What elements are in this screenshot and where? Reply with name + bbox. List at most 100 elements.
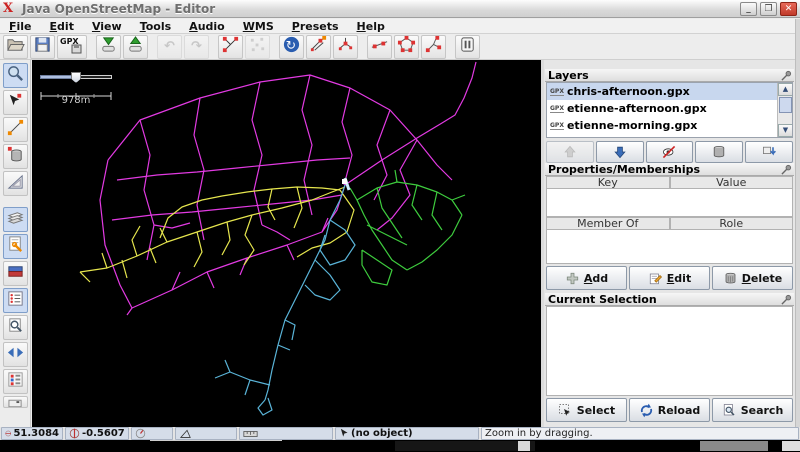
slider-thumb[interactable]: [71, 72, 81, 83]
zoom-tool-button[interactable]: [3, 63, 28, 88]
reload-button[interactable]: Reload: [629, 398, 710, 422]
pin-icon[interactable]: [781, 70, 792, 81]
merge-layer-down-button[interactable]: [745, 141, 793, 163]
move-layer-up-button[interactable]: [546, 141, 594, 163]
pin-icon[interactable]: [781, 294, 792, 305]
properties-panel-header: Properties/Memberships: [545, 163, 794, 176]
slider-groove-filled[interactable]: [40, 75, 76, 79]
move-icon: [6, 91, 25, 114]
menu-wms[interactable]: WMS: [234, 19, 283, 34]
split-way-button[interactable]: [218, 35, 243, 59]
align-line-button[interactable]: [367, 35, 392, 59]
move-layer-down-button[interactable]: [596, 141, 644, 163]
layer-row[interactable]: GPX etienne-afternoon.gpx: [547, 100, 778, 117]
map-scale-bar: 978m: [40, 86, 112, 106]
download-icon: [99, 35, 118, 58]
map-canvas[interactable]: 978m: [32, 60, 541, 427]
menu-file[interactable]: File: [0, 19, 41, 34]
toggle-dialogs-button[interactable]: [455, 35, 480, 59]
combine-way-button[interactable]: [306, 35, 331, 59]
search-toggle-button[interactable]: [3, 315, 28, 340]
scroll-thumb[interactable]: [779, 97, 792, 113]
scroll-up-icon[interactable]: ▲: [778, 83, 793, 96]
pin-icon[interactable]: [781, 164, 792, 175]
download-button[interactable]: [96, 35, 121, 59]
move-tool-button[interactable]: [3, 90, 28, 115]
align-circle-icon: [397, 35, 416, 58]
delete-button[interactable]: Delete: [712, 266, 793, 290]
cursor-icon: [339, 428, 349, 439]
maximize-button[interactable]: ❐: [760, 2, 777, 16]
update-data-button[interactable]: ↻: [279, 35, 304, 59]
scroll-down-icon[interactable]: ▼: [778, 124, 793, 137]
menu-audio[interactable]: Audio: [180, 19, 234, 34]
edit-button[interactable]: Edit: [629, 266, 710, 290]
layers-toggle-button[interactable]: [3, 207, 28, 232]
titlebar[interactable]: X Java OpenStreetMap - Editor _ ❐ ✕: [0, 0, 800, 18]
search-button[interactable]: Search: [712, 398, 793, 422]
minimize-button[interactable]: _: [740, 2, 757, 16]
slider-groove-empty[interactable]: [76, 75, 112, 79]
show-hide-layer-button[interactable]: [646, 141, 694, 163]
angle-field: [175, 427, 237, 440]
menu-help[interactable]: Help: [348, 19, 394, 34]
layer-row[interactable]: GPX norman-morning.gpx: [547, 134, 778, 138]
measure-tool-button[interactable]: [3, 171, 28, 196]
merge-nodes-button[interactable]: [333, 35, 358, 59]
undo-button[interactable]: ↶: [157, 35, 182, 59]
layers-scrollbar[interactable]: ▲ ▼: [777, 83, 792, 137]
draw-tool-button[interactable]: [3, 117, 28, 142]
unglue-icon: [248, 35, 267, 58]
menu-edit[interactable]: Edit: [41, 19, 83, 34]
partial-icon: [8, 396, 23, 408]
kv-table-body[interactable]: [546, 189, 793, 217]
properties-icon: [6, 235, 25, 258]
layer-row[interactable]: GPX chris-afternoon.gpx: [547, 83, 778, 100]
heading-field: [131, 427, 173, 440]
toggle-dialogs-icon: [458, 35, 477, 58]
plus-icon: [565, 271, 580, 286]
layer-row[interactable]: GPX etienne-morning.gpx: [547, 117, 778, 134]
merge-down-icon: [761, 144, 777, 160]
save-icon: [33, 35, 52, 58]
member-of-column-header: Member Of: [546, 217, 670, 230]
selection-list-toggle-button[interactable]: [3, 288, 28, 313]
close-button[interactable]: ✕: [780, 2, 797, 16]
arrow-down-icon: [612, 144, 628, 160]
partial-tool-button[interactable]: [3, 396, 28, 408]
commands-toggle-button[interactable]: [3, 369, 28, 394]
layer-name: norman-morning.gpx: [567, 136, 698, 138]
search-page-icon: [6, 316, 25, 339]
gpx-export-button[interactable]: GPX: [57, 35, 87, 59]
add-button[interactable]: Add: [546, 266, 627, 290]
selection-panel-header: Current Selection: [545, 293, 794, 306]
delete-layer-button[interactable]: [695, 141, 743, 163]
zoom-icon: [6, 64, 25, 87]
orthogonalize-button[interactable]: [421, 35, 446, 59]
selection-list[interactable]: [546, 306, 793, 396]
redo-button[interactable]: ↷: [184, 35, 209, 59]
align-line-icon: [370, 35, 389, 58]
select-button[interactable]: Select: [546, 398, 627, 422]
select-icon: [558, 403, 573, 418]
menu-view[interactable]: View: [83, 19, 131, 34]
upload-button[interactable]: [123, 35, 148, 59]
latitude-icon: [5, 428, 11, 439]
menu-presets[interactable]: Presets: [283, 19, 348, 34]
membership-table-header: Member Of Role: [546, 217, 793, 230]
longitude-field: -0.5607: [65, 427, 129, 440]
open-button[interactable]: [3, 35, 28, 59]
history-toggle-button[interactable]: [3, 261, 28, 286]
map-zoom-slider[interactable]: [40, 72, 112, 82]
align-circle-button[interactable]: [394, 35, 419, 59]
delete-tool-button[interactable]: [3, 144, 28, 169]
properties-toggle-button[interactable]: [3, 234, 28, 259]
edit-toolbar: [0, 60, 31, 427]
eraser-icon: [6, 262, 25, 285]
menu-tools[interactable]: Tools: [131, 19, 180, 34]
conflict-toggle-button[interactable]: [3, 342, 28, 367]
layers-icon: [6, 208, 25, 231]
save-button[interactable]: [30, 35, 55, 59]
membership-table-body[interactable]: [546, 230, 793, 264]
unglue-button[interactable]: [245, 35, 270, 59]
